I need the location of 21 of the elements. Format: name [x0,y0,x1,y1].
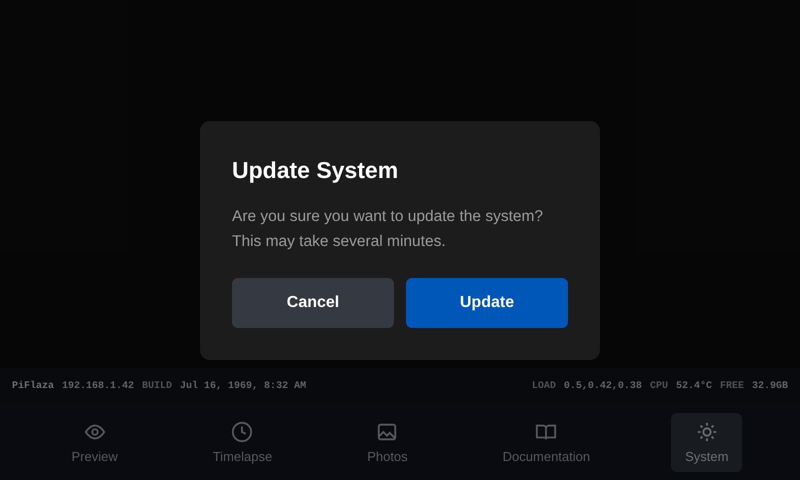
nav-tab[interactable]: Timelapse [198,412,286,472]
settings-icon [696,420,718,442]
clock-icon [231,420,254,442]
status-label: LOAD [532,380,556,392]
status-label: FREE [720,380,744,392]
dialog-message: Are you sure you want to update the system? This may take several minutes. [232,206,544,252]
update-button[interactable]: Update [406,278,568,328]
status-value: 192.168.1.42 [62,380,134,392]
nav-tab[interactable]: Photos [353,412,422,472]
nav-tab[interactable]: System [671,412,742,472]
cancel-button[interactable]: Cancel [232,278,394,328]
status-value: 0.5,0.42,0.38 [564,380,642,392]
dialog-title: Update System [232,156,400,184]
nav-tab[interactable]: Preview [57,412,132,472]
nav-tab[interactable]: Documentation [488,412,604,472]
status-label: CPU [650,380,668,392]
host-name: PiFlaza [12,380,54,392]
status-value: Jul 16, 1969, 8:32 AM [180,380,306,392]
status-label: BUILD [142,380,172,392]
status-value: 32.9GB [752,380,788,392]
status-value: 52.4°C [676,380,712,392]
